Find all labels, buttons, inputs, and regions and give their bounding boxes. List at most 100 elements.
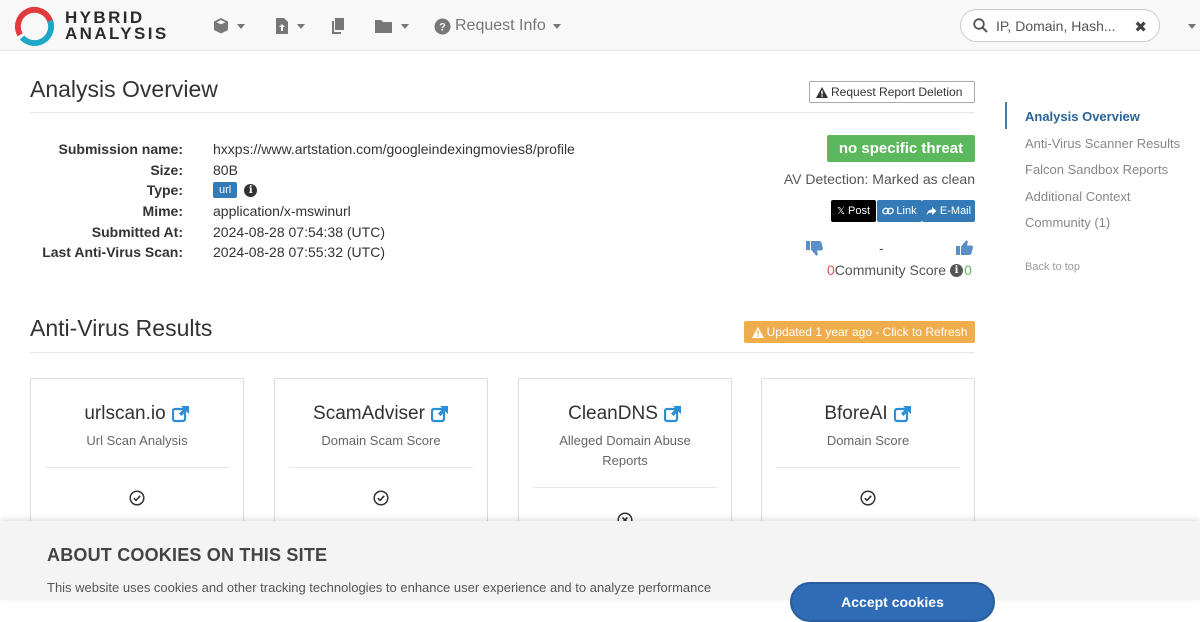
request-report-deletion-button[interactable]: Request Report Deletion (809, 81, 975, 103)
av-card-title[interactable]: CleanDNS (519, 403, 731, 425)
nav-submit-menu[interactable] (274, 15, 305, 37)
divider (289, 467, 473, 468)
search-icon (973, 18, 988, 33)
folder-icon (375, 20, 392, 33)
file-upload-icon (276, 18, 288, 34)
av-card-subtitle: Alleged Domain Abuse Reports (559, 433, 691, 468)
logo-ring-icon (14, 6, 55, 46)
search-input[interactable] (996, 17, 1116, 34)
av-card-name: urlscan.io (84, 403, 166, 424)
back-to-top-link[interactable]: Back to top (1025, 261, 1080, 273)
accept-cookies-button[interactable]: Accept cookies (790, 582, 995, 622)
sidenav-item-community[interactable]: Community (1) (1025, 215, 1110, 230)
av-card-name: BforeAI (824, 403, 888, 424)
info-key: Type: (146, 182, 183, 199)
info-key: Size: (150, 161, 183, 178)
av-detection-status: AV Detection: Marked as clean (783, 171, 975, 187)
info-key: Submitted At: (91, 223, 183, 240)
submission-info-table: Submission name: hxxps://www.artstation.… (30, 139, 575, 263)
share-post-label: Post (848, 205, 871, 217)
size-value: 80B (213, 161, 238, 178)
refresh-av-label: Updated 1 year ago - Click to Refresh (766, 325, 968, 339)
link-icon (882, 207, 895, 215)
vote-separator: - (879, 240, 884, 256)
av-card-title[interactable]: BforeAI (762, 403, 974, 425)
info-key: Submission name: (58, 141, 183, 158)
x-logo-icon: 𝕏 (836, 205, 846, 217)
external-link-icon[interactable] (171, 405, 190, 423)
divider (30, 112, 975, 113)
divider (30, 352, 975, 353)
thumbs-up-button[interactable] (956, 240, 974, 259)
external-link-icon[interactable] (663, 405, 682, 423)
av-card-cleandns: CleanDNS Alleged Domain Abuse Reports (518, 378, 732, 538)
sidenav-item-additional-context[interactable]: Additional Context (1025, 189, 1131, 204)
share-link-button[interactable]: Link (877, 200, 922, 222)
thumbs-down-button[interactable] (806, 240, 824, 259)
last-av-scan-value: 2024-08-28 07:55:32 (UTC) (213, 244, 385, 261)
share-post-button[interactable]: 𝕏 Post (831, 200, 876, 222)
sidenav-item-falcon-sandbox-reports[interactable]: Falcon Sandbox Reports (1025, 162, 1168, 177)
share-email-label: E-Mail (939, 205, 972, 217)
av-card-name: CleanDNS (568, 403, 658, 424)
chevron-down-icon (237, 23, 245, 29)
info-circle-icon[interactable]: i (950, 263, 964, 277)
svg-text:?: ? (439, 21, 446, 33)
divider (776, 467, 960, 468)
check-circle-icon (31, 490, 243, 506)
divider (533, 487, 717, 488)
type-badge: url (213, 182, 238, 199)
question-circle-icon: ? (434, 18, 451, 34)
nav-sandbox-menu[interactable] (212, 15, 245, 37)
logo-text: HYBRID ANALYSIS (65, 9, 169, 43)
threat-level-badge: no specific threat (827, 135, 975, 162)
av-card-subtitle: Domain Score (826, 433, 910, 448)
av-card-title[interactable]: urlscan.io (31, 403, 243, 425)
av-card-subtitle: Url Scan Analysis (86, 433, 188, 448)
sidenav-item-analysis-overview[interactable]: Analysis Overview (1025, 109, 1140, 124)
nav-request-info-menu[interactable]: ? Request Info (434, 15, 561, 37)
chevron-down-icon (552, 23, 561, 29)
info-row-size: Size: 80B (30, 160, 575, 181)
chevron-down-icon (401, 23, 409, 29)
submission-name-value: hxxps://www.artstation.com/googleindexin… (213, 141, 575, 158)
community-score-label: Community Score (834, 262, 947, 278)
av-card-title[interactable]: ScamAdviser (275, 403, 487, 425)
share-email-button[interactable]: E-Mail (922, 200, 975, 222)
copy-icon (332, 18, 344, 34)
type-value: url i (213, 182, 258, 199)
check-circle-icon (275, 490, 487, 506)
info-row-submission-name: Submission name: hxxps://www.artstation.… (30, 139, 575, 160)
av-card-subtitle: Domain Scam Score (321, 433, 441, 448)
clear-search-icon[interactable]: ✖ (1134, 18, 1147, 36)
top-navbar: HYBRID ANALYSIS ? Request Info ✖ (0, 0, 1200, 51)
active-indicator (1005, 102, 1007, 129)
refresh-av-button[interactable]: Updated 1 year ago - Click to Refresh (744, 321, 975, 343)
av-card-name: ScamAdviser (313, 403, 425, 424)
sidenav-item-av-scanner-results[interactable]: Anti-Virus Scanner Results (1025, 136, 1180, 151)
request-report-deletion-label: Request Report Deletion (831, 85, 963, 99)
av-card-bforeai: BforeAI Domain Score (761, 378, 975, 538)
share-arrow-icon (926, 207, 937, 216)
thumbs-up-icon (956, 240, 973, 255)
cube-icon (214, 18, 228, 34)
info-circle-icon[interactable]: i (244, 183, 258, 197)
analysis-overview-title: Analysis Overview (30, 76, 218, 102)
external-link-icon[interactable] (893, 405, 912, 423)
submitted-at-value: 2024-08-28 07:54:38 (UTC) (213, 223, 385, 240)
hybrid-analysis-logo[interactable]: HYBRID ANALYSIS (14, 4, 186, 48)
logo-line-2: ANALYSIS (65, 24, 169, 43)
info-row-last-av-scan: Last Anti-Virus Scan: 2024-08-28 07:55:3… (30, 242, 575, 263)
av-card-urlscan: urlscan.io Url Scan Analysis (30, 378, 244, 538)
thumbs-down-icon (806, 241, 823, 256)
external-link-icon[interactable] (430, 405, 449, 423)
chevron-down-icon (297, 23, 305, 29)
divider (45, 467, 229, 468)
mime-value: application/x-mswinurl (213, 203, 351, 220)
nav-copy-button[interactable] (330, 15, 346, 37)
warning-icon (816, 86, 828, 98)
nav-folder-menu[interactable] (374, 15, 409, 37)
search-box: ✖ (960, 9, 1160, 42)
upvote-count: 0 (964, 262, 972, 278)
user-menu-chevron-icon[interactable] (1188, 24, 1196, 29)
